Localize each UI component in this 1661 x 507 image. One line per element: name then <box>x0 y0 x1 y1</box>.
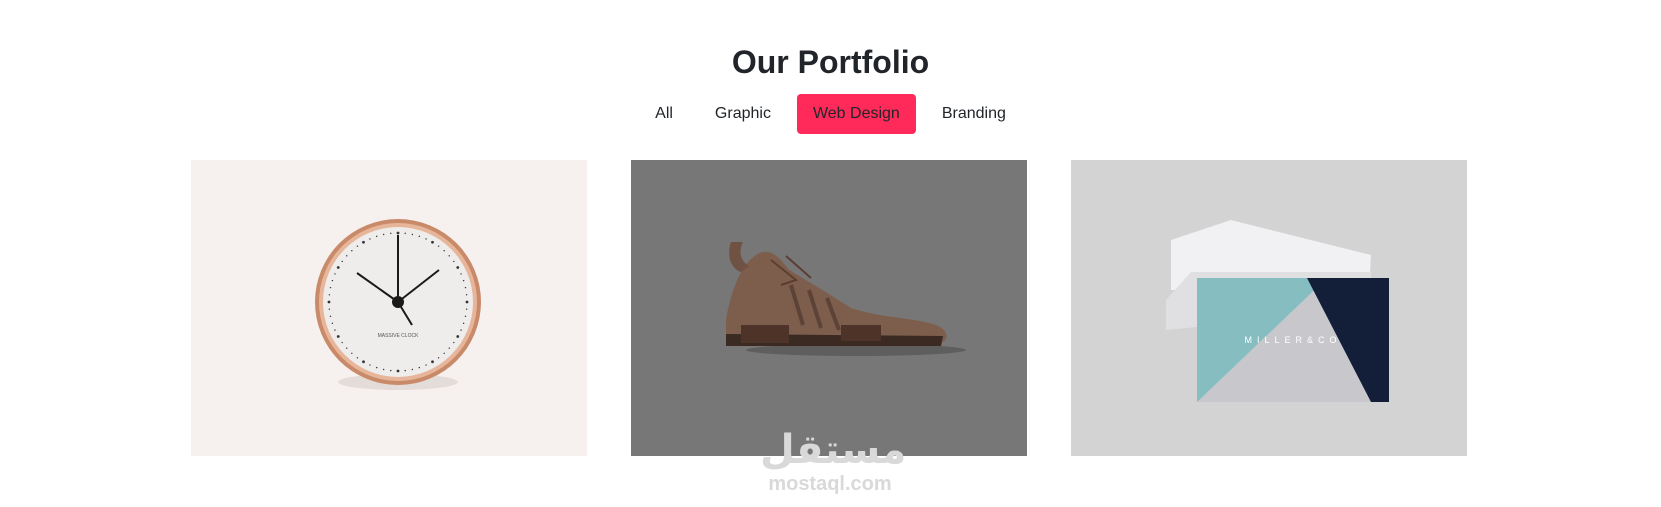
clock-tick <box>356 245 359 247</box>
clock-tick <box>351 250 353 252</box>
clock-brand-text: MASSIVE CLOCK <box>378 333 420 339</box>
clock-tick <box>329 315 332 318</box>
filter-web-design[interactable]: Web Design <box>796 94 916 134</box>
portfolio-item-sneaker[interactable] <box>631 160 1027 456</box>
sneaker-image <box>631 160 1027 456</box>
filter-all[interactable]: All <box>639 94 689 134</box>
clock-tick <box>453 341 455 344</box>
clock-tick <box>396 231 400 235</box>
clock-tick <box>465 294 468 296</box>
clock-tick <box>336 335 340 338</box>
clock-tick <box>362 240 365 244</box>
clock-tick <box>382 368 385 371</box>
clock-tick <box>404 232 406 235</box>
card-brand-text: MILLER&CO <box>1244 335 1341 345</box>
clock-tick <box>443 352 445 354</box>
clock-tick <box>425 364 427 366</box>
clock-tick <box>437 245 440 247</box>
clock-tick <box>448 255 450 257</box>
clock-tick <box>328 294 331 296</box>
portfolio-grid: MASSIVE CLOCK MILLER&CO <box>191 160 1467 456</box>
clock-tick <box>465 308 468 310</box>
clock-tick <box>418 366 421 369</box>
clock-tick <box>431 360 434 364</box>
clock-tick <box>334 329 336 331</box>
clock-tick <box>356 357 359 359</box>
clock-tick <box>456 335 460 338</box>
clock-tick <box>453 260 455 263</box>
clock-tick <box>375 366 378 369</box>
clock-tick <box>329 286 332 289</box>
clock-tick <box>328 308 331 310</box>
portfolio-item-clock[interactable]: MASSIVE CLOCK <box>191 160 587 456</box>
clock-tick <box>375 235 378 238</box>
clock-image: MASSIVE CLOCK <box>191 160 587 456</box>
clock-tick <box>334 273 336 275</box>
clock-tick <box>331 322 334 325</box>
clock-tick <box>341 260 343 263</box>
clock-tick <box>341 341 343 344</box>
clock-tick <box>464 315 467 318</box>
clock-tick <box>362 360 365 364</box>
clock-tick <box>462 279 465 282</box>
clock-tick <box>346 255 348 257</box>
filter-graphic[interactable]: Graphic <box>699 94 787 134</box>
filter-branding[interactable]: Branding <box>926 94 1022 134</box>
watermark-latin: mostaql.com <box>768 473 892 495</box>
portfolio-item-business-card[interactable]: MILLER&CO <box>1071 160 1467 456</box>
clock-tick <box>460 329 462 331</box>
business-card-image: MILLER&CO <box>1071 160 1467 456</box>
clock-tick <box>331 279 334 282</box>
clock-tick <box>369 364 371 366</box>
clock-tick <box>390 232 392 235</box>
clock-tick <box>437 357 440 359</box>
clock-tick <box>336 266 340 269</box>
clock-tick <box>346 347 348 349</box>
clock-tick <box>369 238 371 240</box>
page-title: Our Portfolio <box>731 44 930 80</box>
portfolio-filter-nav: All Graphic Web Design Branding <box>0 94 1661 134</box>
clock-tick <box>404 369 406 372</box>
clock-tick <box>464 286 467 289</box>
clock-tick <box>351 352 353 354</box>
clock-tick <box>411 233 414 236</box>
clock-tick <box>462 322 465 325</box>
clock-tick <box>448 347 450 349</box>
clock-tick <box>460 273 462 275</box>
clock-tick <box>465 300 469 304</box>
clock-tick <box>431 240 434 244</box>
clock-tick <box>456 266 460 269</box>
clock-tick <box>396 369 400 373</box>
clock-tick <box>390 369 392 372</box>
clock-tick <box>411 368 414 371</box>
clock-tick <box>327 300 331 304</box>
clock-tick <box>425 238 427 240</box>
clock-tick <box>418 235 421 238</box>
clock-tick <box>382 233 385 236</box>
clock-tick <box>443 250 445 252</box>
